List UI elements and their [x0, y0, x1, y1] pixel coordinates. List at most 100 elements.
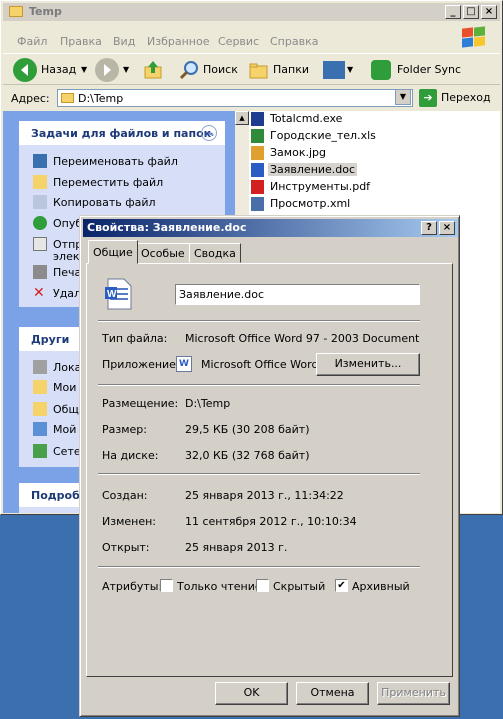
back-button[interactable]: Назад [41, 60, 76, 80]
disk-size-label: На диске: [102, 449, 159, 462]
separator [98, 320, 420, 322]
change-button[interactable]: Изменить... [316, 353, 420, 376]
separator [98, 473, 420, 475]
back-dropdown-icon[interactable]: ▼ [81, 60, 87, 80]
word-icon [251, 163, 264, 177]
details-title: Подроб [31, 489, 80, 502]
modified-label: Изменен: [102, 515, 157, 528]
folders-icon[interactable] [249, 61, 269, 79]
views-icon[interactable] [323, 61, 345, 79]
back-arrow-icon[interactable] [13, 58, 37, 82]
ok-button[interactable]: OK [215, 682, 288, 705]
help-button[interactable]: ? [421, 221, 437, 235]
created-value: 25 января 2013 г., 11:34:22 [185, 489, 344, 502]
maximize-button[interactable]: □ [463, 5, 479, 19]
excel-icon [251, 129, 264, 143]
up-folder-icon[interactable] [143, 60, 163, 80]
app-label: Приложение: [102, 358, 180, 371]
close-button[interactable]: × [481, 5, 497, 19]
address-label: Адрес: [11, 92, 50, 105]
dialog-close-button[interactable]: × [439, 221, 455, 235]
location-value: D:\Temp [185, 397, 231, 410]
go-button[interactable]: ➔ Переход [419, 89, 499, 107]
file-tasks-header[interactable]: Задачи для файлов и папок ︽ [19, 121, 225, 145]
address-input[interactable]: D:\Temp [57, 89, 413, 107]
apply-button[interactable]: Применить [377, 682, 450, 705]
tab-custom[interactable]: Особые [136, 243, 190, 263]
minimize-button[interactable]: _ [445, 5, 461, 19]
menu-tools[interactable]: Сервис [218, 35, 259, 48]
created-label: Создан: [102, 489, 148, 502]
disk-size-value: 32,0 КБ (32 768 байт) [185, 449, 310, 462]
folder-icon [61, 93, 74, 103]
size-value: 29,5 КБ (30 208 байт) [185, 423, 310, 436]
word-document-icon: W [104, 278, 134, 310]
tab-summary[interactable]: Сводка [189, 243, 241, 263]
filename-input[interactable]: Заявление.doc [175, 284, 420, 305]
search-icon[interactable] [179, 60, 199, 80]
menu-file[interactable]: Файл [17, 35, 47, 48]
file-tasks-title: Задачи для файлов и папок [31, 127, 212, 140]
separator [98, 384, 420, 386]
menu-view[interactable]: Вид [113, 35, 135, 48]
forward-dropdown-icon[interactable]: ▼ [123, 60, 129, 80]
dialog-titlebar: Свойства: Заявление.doc ? × [83, 219, 458, 237]
properties-dialog: Свойства: Заявление.doc ? × Общие Особые… [79, 215, 460, 717]
opened-label: Открыт: [102, 541, 150, 554]
network-icon [33, 444, 47, 458]
copy-icon [33, 195, 47, 209]
printer-icon [33, 265, 47, 279]
tab-summary-label: Сводка [194, 247, 236, 260]
search-button[interactable]: Поиск [203, 60, 238, 80]
type-value: Microsoft Office Word 97 - 2003 Document [185, 332, 420, 345]
forward-arrow-icon[interactable] [95, 58, 119, 82]
hidden-checkbox[interactable] [256, 579, 269, 592]
archive-checkbox[interactable]: ✔ [335, 579, 348, 592]
attributes-label: Атрибуты: [102, 580, 163, 593]
mail-icon [33, 237, 47, 251]
folder-icon [33, 380, 47, 394]
views-dropdown-icon[interactable]: ▼ [347, 60, 353, 80]
checkmark-icon: ✔ [337, 580, 346, 591]
explorer-titlebar: Temp _ □ × [3, 3, 500, 21]
general-panel [86, 263, 453, 677]
tab-general-label: Общие [93, 246, 133, 259]
cancel-button[interactable]: Отмена [296, 682, 369, 705]
computer-icon [33, 422, 47, 436]
windows-logo-icon [457, 25, 489, 49]
address-dropdown-icon[interactable]: ▼ [395, 89, 411, 105]
menu-favorites[interactable]: Избранное [147, 35, 209, 48]
folders-button[interactable]: Папки [273, 60, 309, 80]
type-label: Тип файла: [102, 332, 168, 345]
app-value: Microsoft Office Word [201, 358, 319, 371]
dialog-title: Свойства: Заявление.doc [87, 221, 247, 234]
go-label: Переход [441, 91, 491, 104]
toolbar: Назад ▼ ▼ Поиск Папки ▼ Folder Sync [3, 53, 500, 85]
window-title: Temp [29, 5, 62, 18]
hidden-label: Скрытый [273, 580, 326, 593]
delete-icon: ✕ [33, 285, 45, 301]
svg-text:W: W [107, 289, 117, 300]
rename-icon [33, 154, 47, 168]
xml-icon [251, 197, 264, 211]
readonly-checkbox[interactable] [160, 579, 173, 592]
menu-edit[interactable]: Правка [60, 35, 102, 48]
other-places-title: Други [31, 333, 70, 346]
scroll-up-icon[interactable]: ▲ [235, 111, 249, 125]
size-label: Размер: [102, 423, 147, 436]
tab-custom-label: Особые [141, 247, 185, 260]
separator [98, 566, 420, 568]
folder-sync-button[interactable]: Folder Sync [397, 60, 461, 80]
location-label: Размещение: [102, 397, 179, 410]
tab-general[interactable]: Общие [88, 240, 138, 264]
menu-bar: Файл Правка Вид Избранное Сервис Справка [3, 31, 500, 51]
menu-help[interactable]: Справка [270, 35, 318, 48]
go-arrow-icon: ➔ [419, 89, 437, 107]
exe-icon [251, 112, 264, 126]
drive-icon [33, 360, 47, 374]
folder-sync-icon[interactable] [371, 60, 391, 80]
collapse-icon[interactable]: ︽ [201, 125, 217, 141]
scrollbar[interactable]: ▲ [235, 111, 249, 231]
globe-icon [33, 216, 47, 230]
readonly-label: Только чтение [177, 580, 262, 593]
